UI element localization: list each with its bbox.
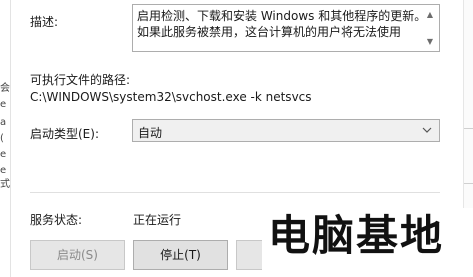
scroll-up-icon[interactable]: ▲ (423, 8, 437, 22)
stop-button[interactable]: 停止(T) (133, 240, 228, 270)
watermark-text: 电脑基地 (268, 211, 445, 260)
watermark: 电脑基地 (262, 208, 473, 277)
startup-type-dropdown[interactable]: 自动 (132, 119, 440, 142)
service-status-value: 正在运行 (133, 213, 182, 227)
background-divider (464, 128, 473, 129)
description-line: 如果此服务被禁用，这台计算机的用户将无法使用 (137, 25, 402, 39)
background-divider (464, 183, 473, 184)
background-glyph: a (0, 117, 7, 128)
service-status-label: 服务状态: (30, 213, 83, 227)
scroll-down-icon[interactable]: ▼ (423, 35, 437, 49)
description-textbox[interactable]: 启用检测、下载和安装 Windows 和其他程序的更新。 如果此服务被禁用，这台… (132, 4, 440, 52)
background-glyph: ( (0, 133, 4, 144)
background-window-edge-left: 会 e a ( e e 式 (0, 0, 11, 277)
section-divider (30, 192, 440, 193)
executable-path-value: C:\WINDOWS\system32\svchost.exe -k netsv… (30, 90, 312, 104)
start-button[interactable]: 启动(S) (30, 240, 125, 270)
background-glyph: e (0, 149, 7, 160)
startup-type-value: 自动 (138, 126, 163, 140)
description-text: 启用检测、下载和安装 Windows 和其他程序的更新。 如果此服务被禁用，这台… (137, 8, 427, 40)
executable-path-label: 可执行文件的路径: (30, 73, 131, 87)
chevron-down-icon (422, 127, 432, 133)
description-line: 启用检测、下载和安装 Windows 和其他程序的更新。 (137, 9, 427, 23)
description-label: 描述: (30, 15, 59, 29)
background-glyph: e (0, 165, 7, 176)
background-glyph: 式 (0, 179, 10, 190)
background-glyph: e (0, 99, 7, 110)
background-glyph: 会 (0, 83, 10, 94)
startup-type-label: 启动类型(E): (30, 127, 99, 141)
